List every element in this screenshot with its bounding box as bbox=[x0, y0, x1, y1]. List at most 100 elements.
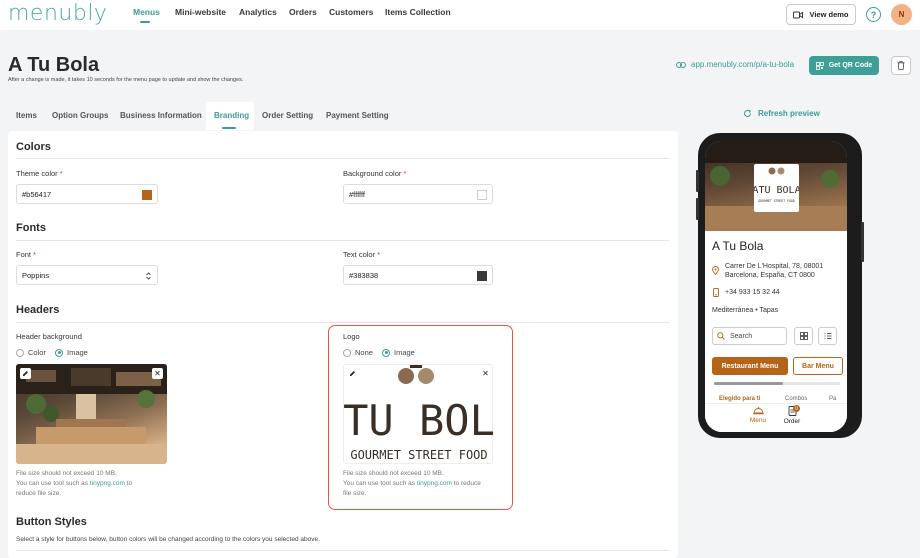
headers-section-title: Headers bbox=[16, 304, 60, 316]
nav-orders[interactable]: Orders bbox=[289, 7, 317, 17]
nav-mini-website[interactable]: Mini-website bbox=[175, 7, 226, 17]
colors-section-title: Colors bbox=[16, 141, 51, 153]
tab-payment-setting[interactable]: Payment Setting bbox=[326, 111, 389, 120]
logo-option-none[interactable]: None bbox=[343, 348, 373, 357]
refresh-preview-label: Refresh preview bbox=[758, 109, 820, 118]
remove-logo-icon[interactable]: ✕ bbox=[480, 368, 491, 379]
header-background-label: Header background bbox=[16, 332, 82, 341]
phone-side-button bbox=[696, 170, 699, 192]
trash-icon bbox=[897, 61, 905, 70]
logo-art-title: ATU BOLA bbox=[344, 396, 494, 445]
logo-option-image[interactable]: Image bbox=[382, 348, 415, 357]
preview-category-tab[interactable]: Pa bbox=[829, 396, 836, 402]
theme-color-input[interactable]: #b56417 bbox=[16, 184, 158, 204]
theme-color-label: Theme color * bbox=[16, 169, 63, 178]
nav-customers[interactable]: Customers bbox=[329, 7, 373, 17]
order-count-badge: 0 bbox=[793, 405, 800, 412]
get-qr-code-button[interactable]: Get QR Code bbox=[809, 56, 879, 75]
get-qr-code-label: Get QR Code bbox=[828, 62, 873, 69]
tab-items[interactable]: Items bbox=[16, 111, 37, 120]
preview-phone-number: +34 933 15 32 44 bbox=[725, 289, 780, 296]
menu-url-text[interactable]: app.menubly.com/p/a-tu-bola bbox=[691, 60, 794, 69]
background-color-input[interactable]: #ffffff bbox=[343, 184, 493, 204]
preview-search-input[interactable]: Search bbox=[712, 327, 787, 345]
page-title: A Tu Bola bbox=[8, 54, 100, 76]
tinypng-link[interactable]: tinypng.com bbox=[417, 480, 452, 487]
avatar[interactable]: N bbox=[891, 4, 912, 25]
refresh-icon bbox=[744, 109, 751, 117]
preview-logo: ATU BOLA GOURMET STREET FOOD bbox=[752, 164, 801, 212]
preview-cuisine: Mediterránea • Tapas bbox=[712, 307, 779, 314]
header-image-hint: File size should not exceed 10 MB. You c… bbox=[16, 470, 133, 497]
preview-list-view-button[interactable] bbox=[818, 327, 837, 345]
preview-header-image: ATU BOLA GOURMET STREET FOOD bbox=[705, 141, 847, 231]
nav-menus[interactable]: Menus bbox=[133, 7, 160, 17]
background-color-value: #ffffff bbox=[349, 189, 365, 199]
tab-branding[interactable]: Branding bbox=[214, 111, 249, 120]
phone-screen: ATU BOLA GOURMET STREET FOOD bbox=[705, 141, 847, 432]
theme-color-swatch[interactable] bbox=[142, 190, 152, 200]
preview-category-tab[interactable]: Elegido para ti bbox=[719, 396, 760, 402]
radio-none[interactable] bbox=[343, 348, 351, 357]
preview-bottom-bar bbox=[705, 403, 847, 431]
refresh-preview-button[interactable]: Refresh preview bbox=[743, 109, 820, 118]
remove-header-image-icon[interactable]: ✕ bbox=[152, 368, 163, 379]
preview-venue-name: A Tu Bola bbox=[712, 239, 764, 253]
help-icon[interactable]: ? bbox=[866, 7, 881, 22]
radio-image[interactable] bbox=[55, 348, 63, 357]
grid-icon bbox=[799, 332, 808, 340]
preview-scrollbar[interactable] bbox=[714, 382, 840, 385]
nav-analytics[interactable]: Analytics bbox=[239, 7, 277, 17]
view-demo-button[interactable]: View demo bbox=[786, 4, 856, 25]
tinypng-link[interactable]: tinypng.com bbox=[90, 480, 125, 487]
menubly-logo[interactable]: menubly bbox=[8, 1, 107, 26]
edit-header-image-icon[interactable] bbox=[20, 368, 31, 379]
tab-active-indicator bbox=[222, 127, 236, 129]
tab-order-setting[interactable]: Order Setting bbox=[262, 111, 313, 120]
page-subtitle: After a change is made, it takes 10 seco… bbox=[8, 77, 244, 83]
font-label: Font * bbox=[16, 250, 37, 259]
header-bg-option-image[interactable]: Image bbox=[55, 348, 88, 357]
edit-logo-icon[interactable] bbox=[347, 368, 358, 379]
qr-code-icon bbox=[815, 61, 824, 70]
location-pin-icon bbox=[712, 266, 719, 275]
nav-items-collection[interactable]: Items Collection bbox=[385, 7, 451, 17]
preview-tab-menu-label: Menu bbox=[749, 417, 767, 424]
tab-business-information[interactable]: Business Information bbox=[120, 111, 202, 120]
delete-menu-button[interactable] bbox=[891, 56, 911, 75]
preview-grid-view-button[interactable] bbox=[794, 327, 813, 345]
text-color-label: Text color * bbox=[343, 250, 381, 259]
preview-category-tab[interactable]: Combos bbox=[785, 396, 807, 402]
radio-color[interactable] bbox=[16, 348, 24, 357]
nav-active-indicator bbox=[140, 21, 150, 23]
list-icon bbox=[824, 333, 831, 339]
header-background-image: ✕ bbox=[16, 364, 167, 464]
phone-icon bbox=[713, 288, 719, 297]
text-color-input[interactable]: #383838 bbox=[343, 265, 493, 285]
preview-tab-menu[interactable]: Menu bbox=[748, 406, 768, 424]
divider bbox=[16, 550, 669, 551]
preview-logo-tagline: GOURMET STREET FOOD bbox=[758, 199, 795, 203]
cloche-icon bbox=[752, 407, 764, 415]
header-bg-option-color[interactable]: Color bbox=[16, 348, 46, 357]
menu-url-link[interactable]: app.menubly.com/p/a-tu-bola bbox=[676, 60, 794, 69]
tab-option-groups[interactable]: Option Groups bbox=[52, 111, 108, 120]
preview-scrollbar-thumb[interactable] bbox=[714, 382, 784, 385]
font-select[interactable]: Poppins bbox=[16, 265, 158, 285]
view-demo-label: View demo bbox=[809, 10, 849, 19]
divider bbox=[16, 158, 669, 159]
preview-tab-order-label: Order bbox=[783, 418, 801, 425]
radio-logo-image[interactable] bbox=[382, 348, 390, 357]
phone-side-button bbox=[696, 198, 699, 220]
preview-bar-menu-button[interactable]: Bar Menu bbox=[793, 357, 843, 375]
background-color-swatch[interactable] bbox=[477, 190, 487, 200]
divider bbox=[16, 322, 669, 323]
button-styles-description: Select a style for buttons below, button… bbox=[16, 536, 320, 543]
logo-label: Logo bbox=[343, 332, 360, 341]
preview-restaurant-menu-button[interactable]: Restaurant Menu bbox=[712, 357, 788, 375]
preview-logo-title: ATU BOLA bbox=[754, 185, 799, 196]
logo-image-hint: File size should not exceed 10 MB. You c… bbox=[343, 470, 481, 497]
video-camera-icon bbox=[793, 11, 804, 18]
divider bbox=[16, 240, 669, 241]
text-color-swatch[interactable] bbox=[477, 271, 487, 281]
